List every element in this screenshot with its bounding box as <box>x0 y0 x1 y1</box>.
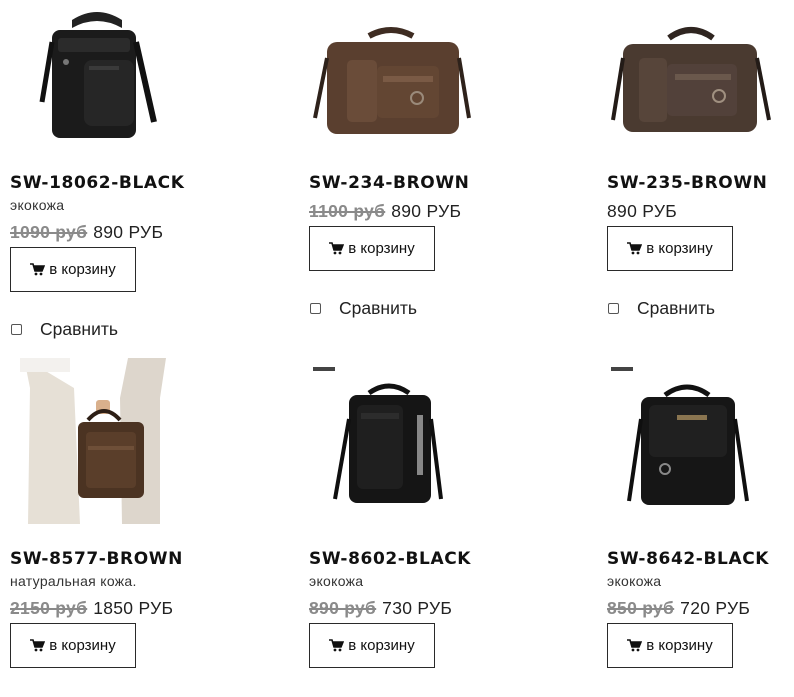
old-price: 890 руб <box>309 598 377 618</box>
add-to-cart-label: в корзину <box>348 637 415 654</box>
product-prices: 890 РУБ <box>607 201 677 222</box>
compare-label: Сравнить <box>637 298 715 318</box>
add-to-cart-label: в корзину <box>49 637 116 654</box>
add-to-cart-button[interactable]: в корзину <box>10 247 136 292</box>
product-title[interactable]: SW-8602-BLACK <box>309 549 471 569</box>
add-to-cart-label: в корзину <box>646 240 713 257</box>
product-image[interactable] <box>10 358 176 524</box>
current-price: 890 РУБ <box>607 201 678 221</box>
product-image[interactable] <box>22 2 188 168</box>
shopping-cart-icon <box>627 242 643 255</box>
product-material: экокожа <box>607 573 662 589</box>
add-to-cart-label: в корзину <box>348 240 415 257</box>
product-image[interactable] <box>607 359 773 525</box>
compare-label: Сравнить <box>339 298 417 318</box>
add-to-cart-label: в корзину <box>646 637 713 654</box>
product-title[interactable]: SW-8577-BROWN <box>10 549 183 569</box>
shopping-cart-icon <box>30 639 46 652</box>
product-prices: 890 руб 730 РУБ <box>309 598 452 619</box>
product-image[interactable] <box>309 359 475 525</box>
compare-checkbox[interactable] <box>608 303 619 314</box>
add-to-cart-button[interactable]: в корзину <box>607 226 733 271</box>
product-title[interactable]: SW-18062-BLACK <box>10 173 184 193</box>
product-material: натуральная кожа. <box>10 573 137 589</box>
shopping-cart-icon <box>627 639 643 652</box>
old-price: 850 руб <box>607 598 675 618</box>
shopping-cart-icon <box>329 242 345 255</box>
product-prices: 1090 руб 890 РУБ <box>10 222 163 243</box>
old-price: 1090 руб <box>10 222 88 242</box>
product-material: экокожа <box>10 197 65 213</box>
shopping-cart-icon <box>30 263 46 276</box>
old-price: 1100 руб <box>309 201 386 221</box>
current-price: 890 РУБ <box>93 222 164 242</box>
add-to-cart-button[interactable]: в корзину <box>309 226 435 271</box>
product-prices: 2150 руб 1850 РУБ <box>10 598 173 619</box>
current-price: 1850 РУБ <box>93 598 174 618</box>
product-prices: 850 руб 720 РУБ <box>607 598 750 619</box>
current-price: 730 РУБ <box>382 598 453 618</box>
compare-checkbox[interactable] <box>11 324 22 335</box>
product-image[interactable] <box>309 8 475 174</box>
add-to-cart-button[interactable]: в корзину <box>607 623 733 668</box>
current-price: 720 РУБ <box>680 598 751 618</box>
product-title[interactable]: SW-235-BROWN <box>607 173 768 193</box>
add-to-cart-button[interactable]: в корзину <box>10 623 136 668</box>
compare-label: Сравнить <box>40 319 118 339</box>
add-to-cart-button[interactable]: в корзину <box>309 623 435 668</box>
product-title[interactable]: SW-8642-BLACK <box>607 549 769 569</box>
product-material: экокожа <box>309 573 364 589</box>
old-price: 2150 руб <box>10 598 88 618</box>
compare-toggle[interactable]: Сравнить <box>10 319 118 340</box>
current-price: 890 РУБ <box>391 201 462 221</box>
product-image[interactable] <box>607 8 773 174</box>
compare-toggle[interactable]: Сравнить <box>309 298 417 319</box>
shopping-cart-icon <box>329 639 345 652</box>
compare-toggle[interactable]: Сравнить <box>607 298 715 319</box>
compare-checkbox[interactable] <box>310 303 321 314</box>
product-prices: 1100 руб 890 РУБ <box>309 201 461 222</box>
add-to-cart-label: в корзину <box>49 261 116 278</box>
product-title[interactable]: SW-234-BROWN <box>309 173 470 193</box>
